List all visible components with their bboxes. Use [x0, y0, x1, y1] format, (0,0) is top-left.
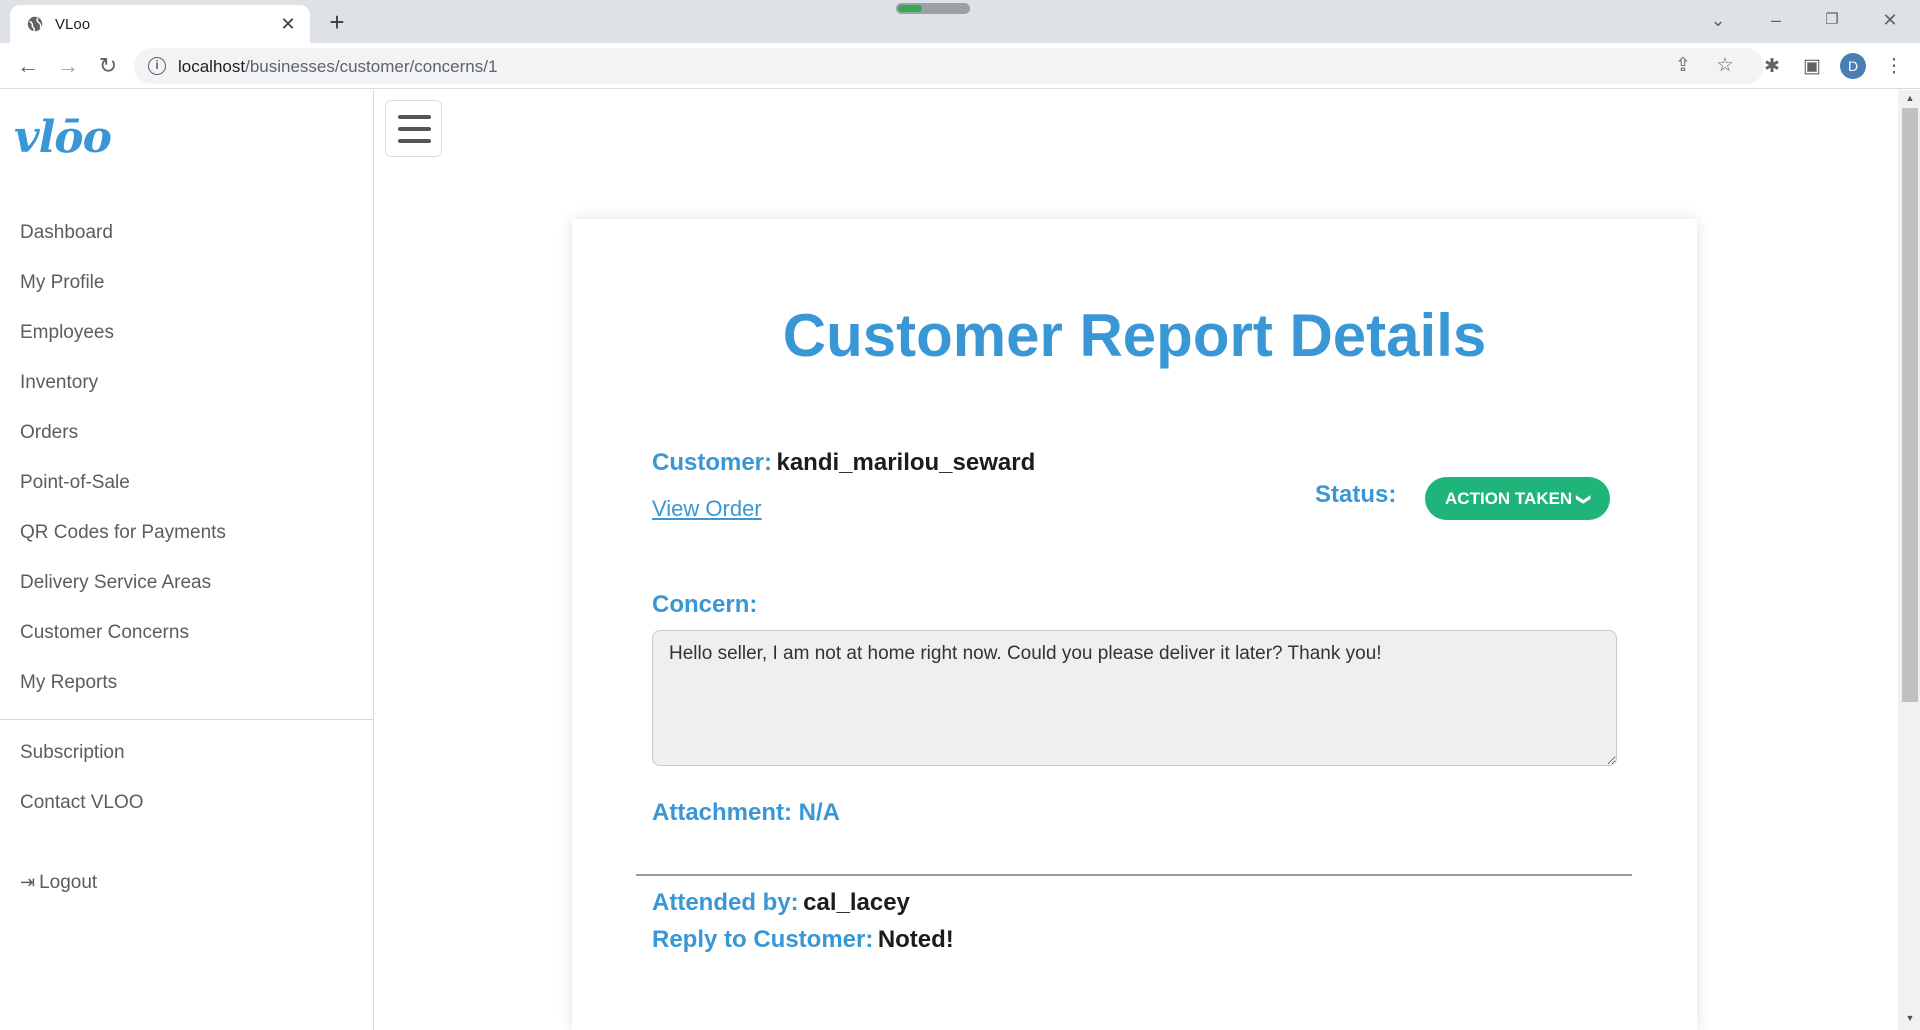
back-icon[interactable]: ← [14, 52, 42, 80]
forward-icon[interactable]: → [54, 52, 82, 80]
reload-icon[interactable]: ↻ [94, 52, 122, 80]
browser-toolbar: ← → ↻ i localhost/businesses/customer/co… [0, 43, 1920, 89]
restore-icon[interactable]: ❐ [1812, 6, 1852, 34]
scrollbar-thumb[interactable] [1902, 108, 1918, 702]
customer-label: Customer: [652, 449, 773, 476]
close-window-icon[interactable]: ✕ [1870, 6, 1910, 34]
address-bar[interactable]: i localhost/businesses/customer/concerns… [134, 48, 1764, 84]
sidebar-item-employees[interactable]: Employees [20, 320, 226, 370]
card-divider [636, 874, 1632, 876]
scroll-down-arrow-icon[interactable]: ▼ [1903, 1013, 1917, 1025]
sidebar-item-my-profile[interactable]: My Profile [20, 270, 226, 320]
attended-by-value: cal_lacey [803, 889, 910, 916]
new-tab-icon[interactable]: + [322, 8, 352, 38]
close-tab-icon[interactable]: ✕ [276, 12, 300, 36]
browser-tab[interactable]: VLoo ✕ [10, 5, 310, 43]
sidebar-item-customer-concerns[interactable]: Customer Concerns [20, 620, 226, 670]
sidebar-divider [0, 719, 373, 720]
report-card: Customer Report Details Customer: kandi_… [572, 219, 1697, 1030]
tab-search-icon[interactable]: ⌄ [1698, 6, 1738, 34]
concern-label: Concern: [652, 591, 758, 618]
sidebar-item-delivery-areas[interactable]: Delivery Service Areas [20, 570, 226, 620]
status-value: ACTION TAKEN [1445, 489, 1573, 508]
sidebar-secondary-nav: Subscription Contact VLOO [20, 740, 144, 840]
menu-kebab-icon[interactable]: ⋮ [1882, 55, 1906, 79]
browser-tab-strip: VLoo ✕ + ⌄ – ❐ ✕ [0, 0, 1920, 43]
sidebar-item-qr-codes[interactable]: QR Codes for Payments [20, 520, 226, 570]
status-label: Status: [1315, 481, 1397, 508]
page-title: Customer Report Details [782, 302, 1487, 369]
side-panel-icon[interactable]: ▣ [1800, 55, 1824, 79]
url-host: localhost [178, 57, 246, 76]
sidebar-item-contact-vloo[interactable]: Contact VLOO [20, 790, 144, 840]
site-info-icon[interactable]: i [148, 57, 166, 75]
reply-value: Noted! [877, 926, 954, 953]
customer-row: Customer: kandi_marilou_seward [652, 449, 1035, 477]
bookmark-star-icon[interactable]: ☆ [1714, 55, 1736, 77]
logout-icon: ⇥ [20, 872, 36, 892]
hamburger-menu-button[interactable] [385, 100, 442, 157]
sidebar-item-my-reports[interactable]: My Reports [20, 670, 226, 720]
reply-label: Reply to Customer: [652, 926, 874, 953]
attended-by-label: Attended by: [652, 889, 799, 916]
share-icon[interactable]: ⇪ [1672, 55, 1694, 77]
hamburger-bar [398, 139, 431, 143]
reply-row: Reply to Customer: Noted! [652, 926, 954, 954]
scroll-up-arrow-icon[interactable]: ▲ [1903, 93, 1917, 105]
status-dropdown[interactable]: ACTION TAKEN ❯ [1425, 477, 1610, 520]
sidebar-item-subscription[interactable]: Subscription [20, 740, 144, 790]
hamburger-bar [398, 115, 431, 119]
vloo-logo[interactable]: vlōo [14, 112, 112, 163]
logout-label: Logout [39, 872, 98, 893]
sidebar-item-point-of-sale[interactable]: Point-of-Sale [20, 470, 226, 520]
concern-textarea[interactable]: Hello seller, I am not at home right now… [652, 630, 1617, 766]
chevron-down-icon: ❯ [1576, 493, 1593, 506]
profile-avatar[interactable]: D [1840, 53, 1866, 79]
attended-by-row: Attended by: cal_lacey [652, 889, 910, 917]
attachment-label: Attachment: N/A [652, 799, 841, 826]
customer-value: kandi_marilou_seward [776, 449, 1036, 476]
globe-icon [27, 16, 43, 32]
tab-title: VLoo [55, 16, 91, 33]
logout-link[interactable]: ⇥ Logout [20, 872, 97, 894]
loading-indicator [896, 3, 970, 14]
url-path: /businesses/customer/concerns/1 [245, 57, 498, 76]
sidebar-item-orders[interactable]: Orders [20, 420, 226, 470]
view-order-link[interactable]: View Order [652, 496, 762, 522]
url-text[interactable]: localhost/businesses/customer/concerns/1 [178, 57, 497, 77]
extensions-icon[interactable]: ✱ [1760, 55, 1784, 79]
sidebar-item-inventory[interactable]: Inventory [20, 370, 226, 420]
minimize-icon[interactable]: – [1756, 6, 1796, 34]
sidebar: vlōo Dashboard My Profile Employees Inve… [0, 90, 374, 1030]
sidebar-item-dashboard[interactable]: Dashboard [20, 220, 226, 270]
sidebar-nav: Dashboard My Profile Employees Inventory… [20, 220, 226, 720]
hamburger-bar [398, 127, 431, 131]
